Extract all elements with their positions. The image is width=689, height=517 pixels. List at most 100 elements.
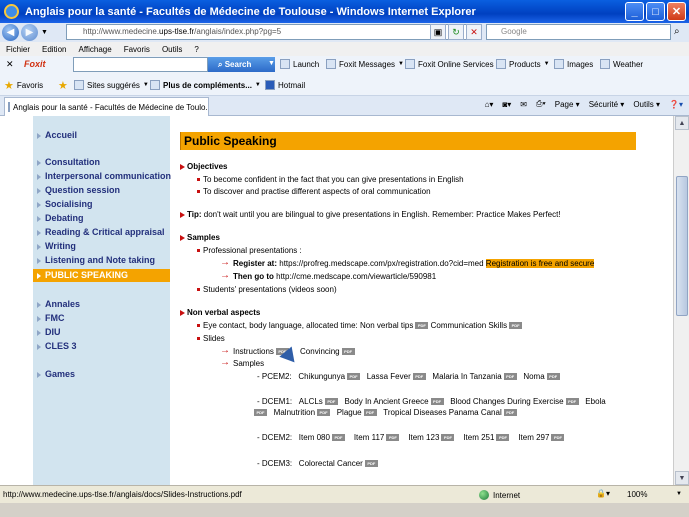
dcem2-link[interactable]: Item 297 (518, 433, 549, 442)
compatibility-view-button[interactable]: ▣ (430, 24, 446, 40)
back-button[interactable]: ◀ (2, 24, 19, 41)
pdf-icon[interactable]: PDF (324, 398, 338, 406)
print-icon[interactable]: ⎙▾ (536, 99, 546, 109)
menu-outils[interactable]: Outils (156, 45, 188, 54)
dcem1-link[interactable]: Ebola (585, 397, 605, 406)
sidebar-item-diu[interactable]: DIU (33, 326, 170, 339)
convincing-link[interactable]: Convincing (300, 347, 340, 356)
sidebar-item-cles3[interactable]: CLES 3 (33, 340, 170, 353)
dcem2-link[interactable]: Item 080 (299, 433, 330, 442)
sidebar-item-debating[interactable]: Debating (33, 212, 170, 225)
sidebar-item-games[interactable]: Games (33, 368, 170, 381)
pdf-icon[interactable]: PDF (331, 434, 345, 442)
close-button[interactable]: ✕ (667, 2, 686, 21)
menu-favoris[interactable]: Favoris (118, 45, 156, 54)
toolbar-close-icon[interactable]: ✕ (6, 59, 14, 70)
sidebar-item-writing[interactable]: Writing (33, 240, 170, 253)
home-icon[interactable]: ⌂▾ (485, 100, 494, 109)
mail-icon[interactable]: ✉ (520, 100, 527, 109)
nonverbal-tips-link[interactable]: Eye contact, body language, allocated ti… (203, 321, 413, 330)
pdf-icon[interactable]: PDF (441, 434, 455, 442)
page-menu[interactable]: Page ▾ (555, 100, 580, 109)
hotmail-link[interactable]: Hotmail (265, 80, 305, 90)
pcem2-link[interactable]: Malaria In Tanzania (432, 372, 501, 381)
dcem2-link[interactable]: Item 117 (354, 433, 385, 442)
sidebar-item-listening[interactable]: Listening and Note taking (33, 254, 170, 267)
security-menu[interactable]: Sécurité ▾ (589, 100, 625, 109)
foxit-messages-button[interactable]: Foxit Messages ▼ (326, 59, 404, 69)
dcem2-link[interactable]: Item 251 (463, 433, 494, 442)
scroll-up-icon[interactable]: ▲ (675, 116, 689, 130)
pdf-icon[interactable]: PDF (412, 373, 426, 381)
images-button[interactable]: Images (554, 59, 593, 69)
pcem2-link[interactable]: Noma (523, 372, 544, 381)
dcem2-link[interactable]: Item 123 (408, 433, 439, 442)
foxit-brand[interactable]: Foxit (24, 59, 46, 69)
pcem2-link[interactable]: Lassa Fever (367, 372, 411, 381)
zoom-dropdown-icon[interactable]: ▼ (676, 491, 682, 497)
communication-skills-link[interactable]: Communication Skills (431, 321, 507, 330)
pdf-icon[interactable]: PDF (415, 322, 429, 330)
pdf-icon[interactable]: PDF (347, 373, 361, 381)
foxit-search-input[interactable] (73, 57, 208, 72)
menu-help[interactable]: ? (188, 45, 204, 54)
sidebar-item-consultation[interactable]: Consultation (33, 156, 170, 169)
weather-button[interactable]: Weather (600, 59, 643, 69)
vertical-scrollbar[interactable]: ▲ ▼ (673, 116, 689, 485)
register-link[interactable]: https://profreg.medscape.com/px/registra… (277, 259, 486, 268)
tab-current[interactable]: Anglais pour la santé - Facultés de Méde… (4, 97, 209, 116)
search-icon[interactable]: ⌕ (674, 26, 680, 37)
dcem1-link[interactable]: Body In Ancient Greece (344, 397, 428, 406)
address-input[interactable]: http://www.medecine.ups-tlse.fr/anglais/… (66, 24, 480, 40)
pdf-icon[interactable]: PDF (503, 373, 517, 381)
dcem1-link[interactable]: Malnutrition (274, 408, 315, 417)
stop-button[interactable]: ✕ (466, 24, 482, 40)
scroll-thumb[interactable] (676, 176, 688, 316)
favorites-button[interactable]: ★ Favoris (4, 79, 43, 92)
dcem1-link[interactable]: Tropical Diseases Panama Canal (383, 408, 501, 417)
medscape-link[interactable]: http://cme.medscape.com/viewarticle/5909… (274, 272, 436, 281)
launch-button[interactable]: Launch (280, 59, 319, 69)
dcem1-link[interactable]: ALCLs (299, 397, 323, 406)
scroll-down-icon[interactable]: ▼ (675, 471, 689, 485)
sidebar-item-question-session[interactable]: Question session (33, 184, 170, 197)
sidebar-item-socialising[interactable]: Socialising (33, 198, 170, 211)
zoom-level[interactable]: 100% (627, 490, 647, 499)
feeds-icon[interactable]: ◙▾ (502, 100, 511, 109)
forward-button[interactable]: ▶ (21, 24, 38, 41)
sidebar-item-reading[interactable]: Reading & Critical appraisal (33, 226, 170, 239)
pdf-icon[interactable]: PDF (364, 460, 378, 468)
instructions-link[interactable]: Instructions (233, 347, 274, 356)
sidebar-item-interpersonal[interactable]: Interpersonal communication (33, 170, 171, 183)
search-dropdown-icon[interactable]: ▼ (268, 60, 275, 67)
help-icon[interactable]: ❓▾ (669, 100, 683, 109)
pdf-icon[interactable]: PDF (363, 409, 377, 417)
search-input[interactable]: Google (486, 24, 671, 40)
menu-edition[interactable]: Edition (36, 45, 72, 54)
pcem2-link[interactable]: Chikungunya (298, 372, 345, 381)
pdf-icon[interactable]: PDF (317, 409, 331, 417)
pdf-icon[interactable]: PDF (565, 398, 579, 406)
foxit-online-services-button[interactable]: Foxit Online Services (405, 59, 494, 69)
dcem1-link[interactable]: Plague (337, 408, 362, 417)
pdf-icon[interactable]: PDF (341, 348, 355, 356)
protected-mode-icon[interactable]: 🔒▾ (596, 489, 610, 498)
more-addons-button[interactable]: Plus de compléments... ▼ (150, 80, 261, 90)
minimize-button[interactable]: _ (625, 2, 644, 21)
dcem3-link[interactable]: Colorectal Cancer (299, 459, 363, 468)
menu-affichage[interactable]: Affichage (72, 45, 117, 54)
pdf-icon[interactable]: PDF (503, 409, 517, 417)
suggested-sites-button[interactable]: Sites suggérés ▼ (74, 80, 149, 90)
pdf-icon[interactable]: PDF (551, 434, 565, 442)
pdf-icon[interactable]: PDF (254, 409, 267, 417)
pdf-icon[interactable]: PDF (386, 434, 400, 442)
foxit-search-button[interactable]: ⌕ Search (208, 57, 275, 72)
refresh-button[interactable]: ↻ (448, 24, 464, 40)
pdf-icon[interactable]: PDF (546, 373, 560, 381)
add-favorite-icon[interactable]: ★ (58, 79, 68, 92)
sidebar-item-annales[interactable]: Annales (33, 298, 170, 311)
products-button[interactable]: Products ▼ (496, 59, 550, 69)
pdf-icon[interactable]: PDF (496, 434, 510, 442)
maximize-button[interactable]: □ (646, 2, 665, 21)
sidebar-item-fmc[interactable]: FMC (33, 312, 170, 325)
